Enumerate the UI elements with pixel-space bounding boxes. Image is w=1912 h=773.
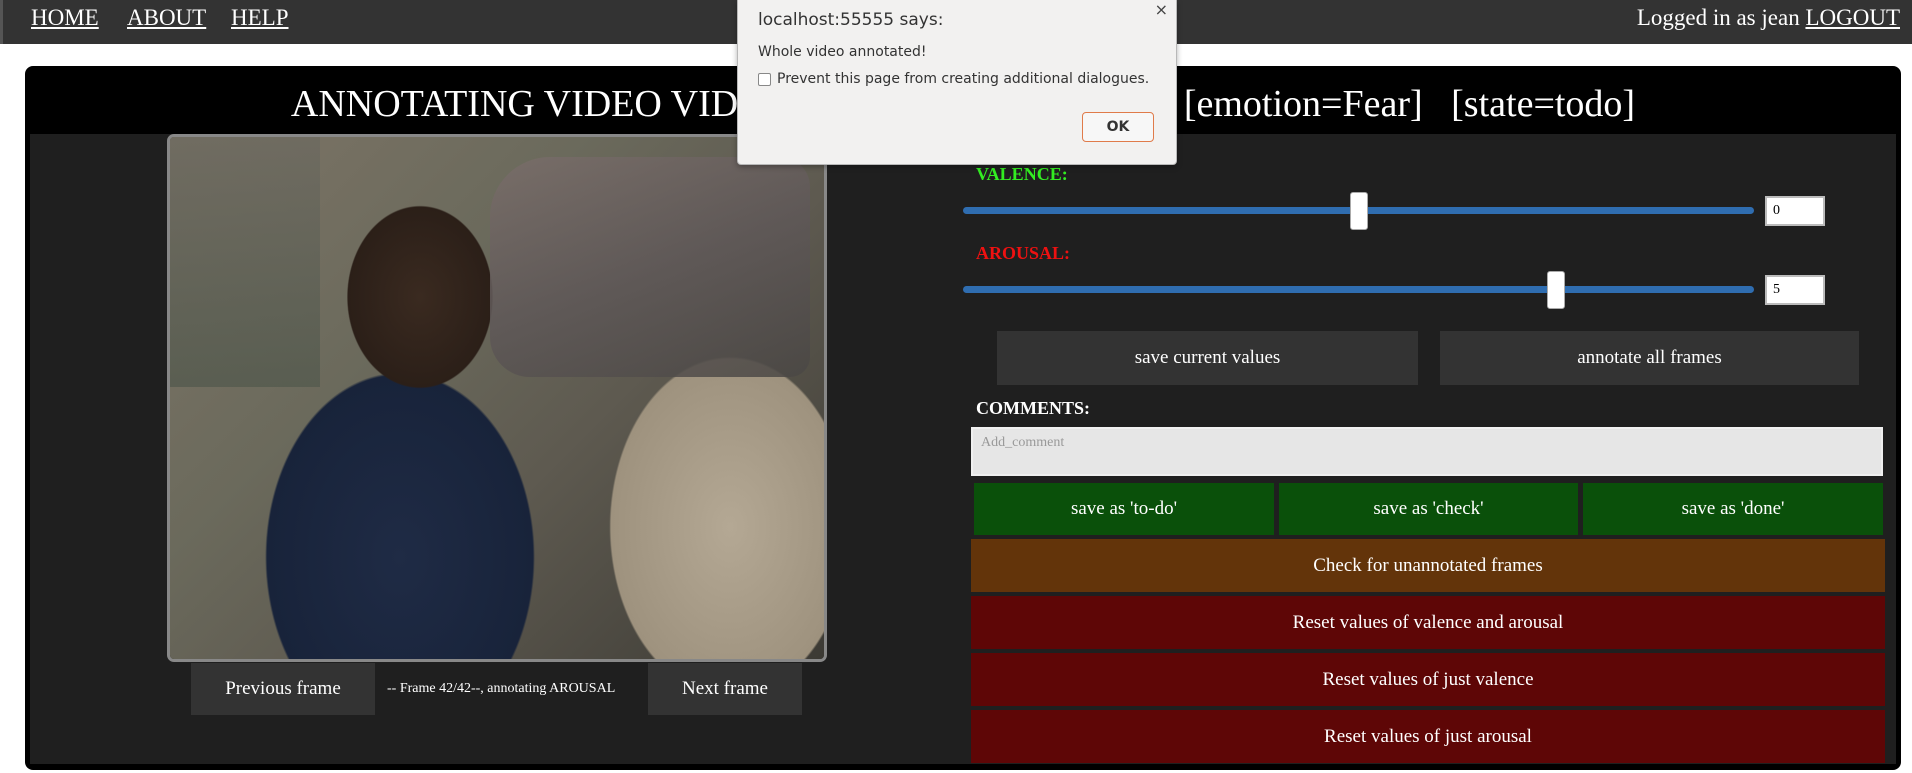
nav-home-link[interactable]: HOME <box>31 5 99 31</box>
dialog-title: localhost:55555 says: <box>758 10 944 30</box>
logged-in-text: Logged in as jean <box>1636 5 1800 30</box>
valence-label: VALENCE: <box>976 164 1068 184</box>
video-player[interactable] <box>167 134 827 662</box>
prevent-dialogs-checkbox-row[interactable]: Prevent this page from creating addition… <box>758 71 1149 87</box>
check-unannotated-button[interactable]: Check for unannotated frames <box>971 539 1885 592</box>
prevent-dialogs-label: Prevent this page from creating addition… <box>777 71 1150 87</box>
nav-help-link[interactable]: HELP <box>231 5 289 31</box>
annotate-all-frames-button[interactable]: annotate all frames <box>1440 331 1859 385</box>
car-side-window <box>170 137 320 387</box>
arousal-slider-thumb[interactable] <box>1547 271 1566 309</box>
close-icon[interactable]: × <box>1155 0 1168 19</box>
title-text: ANNOTATING VIDEO VIDEO <box>290 83 789 125</box>
save-as-todo-button[interactable]: save as 'to-do' <box>974 483 1274 535</box>
car-rear-window <box>490 157 810 377</box>
comments-label: COMMENTS: <box>976 398 1090 418</box>
frame-info: -- Frame 42/42--, annotating AROUSAL <box>387 681 616 696</box>
dialog-message: Whole video annotated! <box>758 44 927 60</box>
logout-link[interactable]: LOGOUT <box>1805 5 1900 30</box>
reset-arousal-button[interactable]: Reset values of just arousal <box>971 710 1885 763</box>
arousal-value-input[interactable]: 5 <box>1765 275 1825 305</box>
arousal-slider-track[interactable] <box>963 286 1754 293</box>
valence-slider-thumb[interactable] <box>1349 192 1368 230</box>
save-as-check-button[interactable]: save as 'check' <box>1279 483 1578 535</box>
ok-button[interactable]: OK <box>1082 112 1154 142</box>
emotion-tag: [emotion=Fear] <box>1183 83 1423 125</box>
comment-input[interactable]: Add_comment <box>971 427 1883 476</box>
previous-frame-button[interactable]: Previous frame <box>191 663 375 715</box>
valence-value-input[interactable]: 0 <box>1765 196 1825 226</box>
nav-about-link[interactable]: ABOUT <box>127 5 206 31</box>
prevent-dialogs-checkbox[interactable] <box>758 72 771 86</box>
user-info: Logged in as jean LOGOUT <box>1637 5 1900 31</box>
alert-dialog: localhost:55555 says: × Whole video anno… <box>737 0 1177 165</box>
reset-valence-arousal-button[interactable]: Reset values of valence and arousal <box>971 596 1885 649</box>
reset-valence-button[interactable]: Reset values of just valence <box>971 653 1885 706</box>
next-frame-button[interactable]: Next frame <box>648 663 802 715</box>
arousal-label: AROUSAL: <box>976 243 1071 263</box>
state-tag: [state=todo] <box>1451 83 1636 125</box>
save-as-done-button[interactable]: save as 'done' <box>1583 483 1883 535</box>
save-current-values-button[interactable]: save current values <box>997 331 1418 385</box>
